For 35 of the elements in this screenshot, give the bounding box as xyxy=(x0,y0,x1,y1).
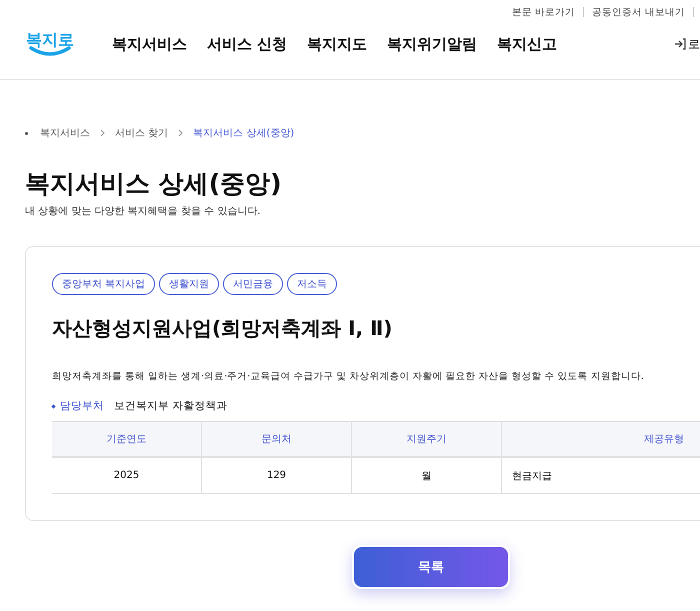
breadcrumb-link[interactable]: 서비스 찾기 xyxy=(115,126,168,140)
category-tag: 서민금융 xyxy=(223,273,284,295)
table-cell: 2025 xyxy=(52,457,202,494)
department-value: 보건복지부 자활정책과 xyxy=(114,399,228,413)
page-subtitle: 내 상황에 맞는 다양한 복지혜택을 찾을 수 있습니다. xyxy=(25,205,262,218)
nav-item[interactable]: 복지지도 xyxy=(307,34,368,54)
category-tag: 저소득 xyxy=(287,273,338,295)
column-header: 지원주기 xyxy=(352,422,502,457)
nav-item[interactable]: 복지서비스 xyxy=(112,34,187,54)
chevron-icon xyxy=(100,129,105,137)
breadcrumb-link[interactable]: 복지서비스 상세(중앙) xyxy=(193,126,294,140)
category-tag: 중앙부처 복지사업 xyxy=(52,273,156,295)
nav-item[interactable]: 복지위기알림 xyxy=(387,34,478,54)
table-cell: 129 xyxy=(202,457,352,494)
service-description: 희망저축계좌를 통해 일하는 생계·의료·주거·교육급여 수급가구 및 차상위계층이 자활에 필요한 자산을 형성할 수 있도록 지원합니다. xyxy=(52,370,645,383)
chevron-icon xyxy=(178,129,184,137)
column-header: 문의처 xyxy=(202,422,352,457)
department-label: 담당부처 xyxy=(60,399,104,413)
utility-link[interactable]: 본문 바로가기 xyxy=(504,6,583,18)
list-button[interactable]: 목록 xyxy=(352,545,510,589)
login-icon[interactable] xyxy=(674,38,686,50)
breadcrumb-link[interactable]: 복지서비스 xyxy=(40,126,90,140)
page-title: 복지서비스 상세(중앙) xyxy=(25,169,283,199)
category-tag: 생활지원 xyxy=(159,273,220,295)
column-header: 제공유형 xyxy=(502,422,700,457)
nav-item[interactable]: 서비스 신청 xyxy=(207,34,288,54)
service-title: 자산형성지원사업(희망저축계좌 Ⅰ, Ⅱ) xyxy=(52,315,394,342)
bullet-icon xyxy=(51,404,56,408)
utility-link[interactable]: 공동인증서 내보내기 xyxy=(584,6,693,18)
table-cell: 현금지급 xyxy=(502,457,700,494)
column-header: 기준연도 xyxy=(52,422,202,457)
bullet-icon xyxy=(25,132,28,134)
login-link[interactable]: 로 xyxy=(688,36,700,52)
table-cell: 월 xyxy=(352,457,502,494)
nav-item[interactable]: 복지신고 xyxy=(497,34,558,54)
